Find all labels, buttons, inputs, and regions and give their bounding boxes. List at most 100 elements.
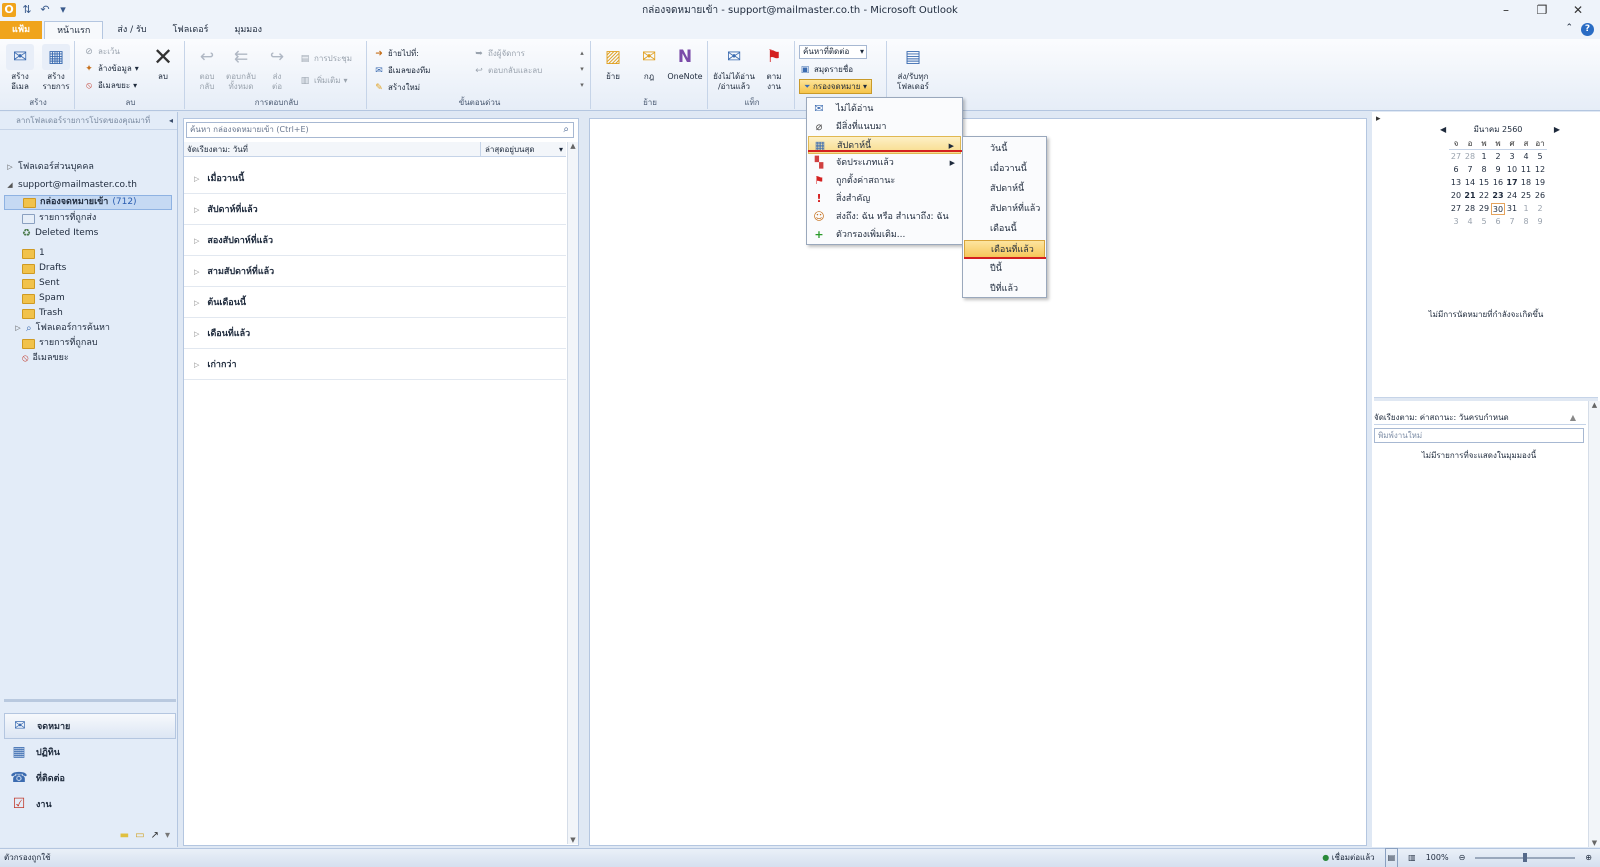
calendar-day[interactable]: 8 — [1477, 164, 1491, 176]
module-calendar[interactable]: ▦ ปฏิทิน — [4, 739, 176, 765]
collapse-icon[interactable]: ◢ — [6, 178, 14, 193]
find-contact-box[interactable]: ค้นหาที่ติดต่อ ▾ — [799, 45, 867, 59]
date-last-month[interactable]: เดือนที่แล้ว — [964, 240, 1045, 258]
new-task-input[interactable]: พิมพ์งานใหม่ — [1374, 428, 1584, 443]
group-header[interactable]: ▷ สองสัปดาห์ที่แล้ว — [184, 226, 566, 256]
scroll-down-icon[interactable]: ▼ — [568, 836, 578, 844]
reply-button[interactable]: ↩ ตอบ กลับ — [189, 44, 225, 92]
meeting-button[interactable]: ▤ การประชุม — [299, 51, 352, 66]
calendar-day[interactable]: 3 — [1449, 216, 1463, 228]
calendar-day[interactable]: 26 — [1533, 190, 1547, 202]
module-mail[interactable]: ✉ จดหมาย — [4, 713, 176, 739]
calendar-day[interactable]: 24 — [1505, 190, 1519, 202]
folder-1[interactable]: 1 — [22, 246, 45, 261]
previous-month-icon[interactable]: ◀ — [1440, 124, 1446, 136]
calendar-day[interactable]: 18 — [1519, 177, 1533, 189]
shortcuts-icon[interactable]: ↗ — [151, 830, 159, 841]
expand-icon[interactable]: ▷ — [6, 160, 14, 175]
folder-sent-items[interactable]: รายการที่ถูกส่ง — [22, 211, 96, 226]
folder-list-icon[interactable]: ▭ — [135, 830, 144, 841]
folder-sent[interactable]: Sent — [22, 276, 59, 291]
quick-steps-scroll[interactable]: ▴ ▾ ▾ — [577, 45, 587, 95]
calendar-day[interactable]: 14 — [1463, 177, 1477, 189]
restore-icon[interactable]: ❐ — [1524, 0, 1560, 20]
quickstep-create-new[interactable]: ✎ สร้างใหม่ — [373, 80, 420, 95]
close-icon[interactable]: ✕ — [1560, 0, 1596, 20]
filter-email-button[interactable]: ⏷ กรองจดหมาย ▾ — [799, 79, 872, 94]
date-yesterday[interactable]: เมื่อวานนี้ — [964, 160, 1045, 178]
customize-qat-icon[interactable]: ▾ — [56, 3, 70, 17]
cleanup-button[interactable]: ✦ ล้างข้อมูล ▾ — [83, 61, 139, 76]
calendar-day[interactable]: 28 — [1463, 151, 1477, 163]
calendar-day[interactable]: 23 — [1491, 190, 1505, 202]
onenote-button[interactable]: N OneNote — [667, 44, 703, 82]
filter-unread[interactable]: ✉ ไม่ได้อ่าน — [808, 100, 961, 118]
date-today[interactable]: วันนี้ — [964, 140, 1045, 158]
junk-button[interactable]: ⦸ อีเมลขยะ ▾ — [83, 78, 137, 93]
tab-view[interactable]: มุมมอง — [222, 21, 274, 39]
quickstep-reply-delete[interactable]: ↩ ตอบกลับและลบ — [473, 63, 542, 78]
expand-todo-icon[interactable]: ▸ — [1376, 114, 1381, 124]
ignore-button[interactable]: ⊘ ละเว้น — [83, 44, 120, 59]
sort-by-button[interactable]: จัดเรียงตาม: วันที่ — [187, 145, 248, 154]
todo-splitter[interactable] — [1374, 397, 1598, 401]
calendar-day[interactable]: 9 — [1533, 216, 1547, 228]
zoom-out-icon[interactable]: ⊖ — [1459, 849, 1466, 867]
account-node[interactable]: ◢ support@mailmaster.co.th — [6, 178, 137, 193]
calendar-day[interactable]: 11 — [1519, 164, 1533, 176]
help-icon[interactable]: ? — [1581, 23, 1594, 36]
group-header[interactable]: ▷ สามสัปดาห์ที่แล้ว — [184, 257, 566, 287]
calendar-day[interactable]: 30 — [1491, 203, 1505, 215]
calendar-day[interactable]: 29 — [1477, 203, 1491, 215]
tab-send-receive[interactable]: ส่ง / รับ — [105, 21, 158, 39]
folder-junk[interactable]: ⦸ อีเมลขยะ — [22, 351, 69, 366]
move-button[interactable]: ▨ ย้าย — [595, 44, 631, 82]
quickstep-move-to[interactable]: ➜ ย้ายไปที่: — [373, 46, 419, 61]
folder-deleted-items[interactable]: ♻ Deleted Items — [22, 226, 98, 241]
zoom-level[interactable]: 100% — [1426, 849, 1449, 867]
zoom-slider[interactable] — [1475, 853, 1576, 862]
collapse-nav-icon[interactable]: ◂ — [169, 112, 173, 130]
calendar-day[interactable]: 13 — [1449, 177, 1463, 189]
date-last-year[interactable]: ปีที่แล้ว — [964, 280, 1045, 298]
module-tasks[interactable]: ☑ งาน — [4, 791, 176, 817]
folder-deleted-list[interactable]: รายการที่ถูกลบ — [22, 336, 98, 351]
calendar-day[interactable]: 4 — [1463, 216, 1477, 228]
filter-to-me[interactable]: ☺ ส่งถึง: ฉัน หรือ สำเนาถึง: ฉัน — [808, 208, 961, 226]
group-header[interactable]: ▷ เดือนที่แล้ว — [184, 319, 566, 349]
search-input[interactable]: ค้นหา กล่องจดหมายเข้า (Ctrl+E) ⌕ — [186, 122, 574, 138]
calendar-day[interactable]: 31 — [1505, 203, 1519, 215]
outlook-app-icon[interactable]: O — [2, 3, 16, 17]
calendar-day[interactable]: 10 — [1505, 164, 1519, 176]
reply-all-button[interactable]: ⇇ ตอบกลับ ทั้งหมด — [223, 44, 259, 92]
calendar-day[interactable]: 25 — [1519, 190, 1533, 202]
reading-view-icon[interactable]: ▥ — [1408, 849, 1416, 867]
message-list-scrollbar[interactable]: ▲ ▼ — [567, 142, 578, 844]
task-scrollbar[interactable]: ▲ ▼ — [1588, 401, 1600, 847]
calendar-day[interactable]: 4 — [1519, 151, 1533, 163]
folder-trash[interactable]: Trash — [22, 306, 63, 321]
calendar-day[interactable]: 7 — [1505, 216, 1519, 228]
calendar-day[interactable]: 5 — [1477, 216, 1491, 228]
address-book-button[interactable]: ▣ สมุดรายชื่อ — [799, 62, 853, 77]
date-this-year[interactable]: ปีนี้ — [964, 260, 1045, 278]
unread-read-button[interactable]: ✉ ยังไม่ได้อ่าน /อ่านแล้ว — [712, 44, 756, 92]
new-email-button[interactable]: ✉ สร้าง อีเมล — [2, 44, 38, 92]
group-header[interactable]: ▷ เมื่อวานนี้ — [184, 164, 566, 194]
date-this-month[interactable]: เดือนนี้ — [964, 220, 1045, 238]
calendar-day[interactable]: 5 — [1533, 151, 1547, 163]
filter-more-filters[interactable]: + ตัวกรองเพิ่มเติม... — [808, 226, 961, 244]
calendar-day[interactable]: 7 — [1463, 164, 1477, 176]
scroll-down-icon[interactable]: ▼ — [1589, 839, 1600, 847]
calendar-day[interactable]: 2 — [1491, 151, 1505, 163]
forward-button[interactable]: ↪ ส่ง ต่อ — [259, 44, 295, 92]
calendar-day[interactable]: 27 — [1449, 203, 1463, 215]
calendar-day[interactable]: 27 — [1449, 151, 1463, 163]
normal-view-icon[interactable]: ▤ — [1384, 848, 1399, 867]
zoom-in-icon[interactable]: ⊕ — [1585, 849, 1592, 867]
rules-button[interactable]: ✉ กฎ — [631, 44, 667, 82]
search-icon[interactable]: ⌕ — [563, 123, 569, 137]
filter-attachments[interactable]: ⌀ มีสิ่งที่แนบมา — [808, 118, 961, 136]
tab-folder[interactable]: โฟลเดอร์ — [161, 21, 221, 39]
new-items-button[interactable]: ▦ สร้าง รายการ — [38, 44, 74, 92]
